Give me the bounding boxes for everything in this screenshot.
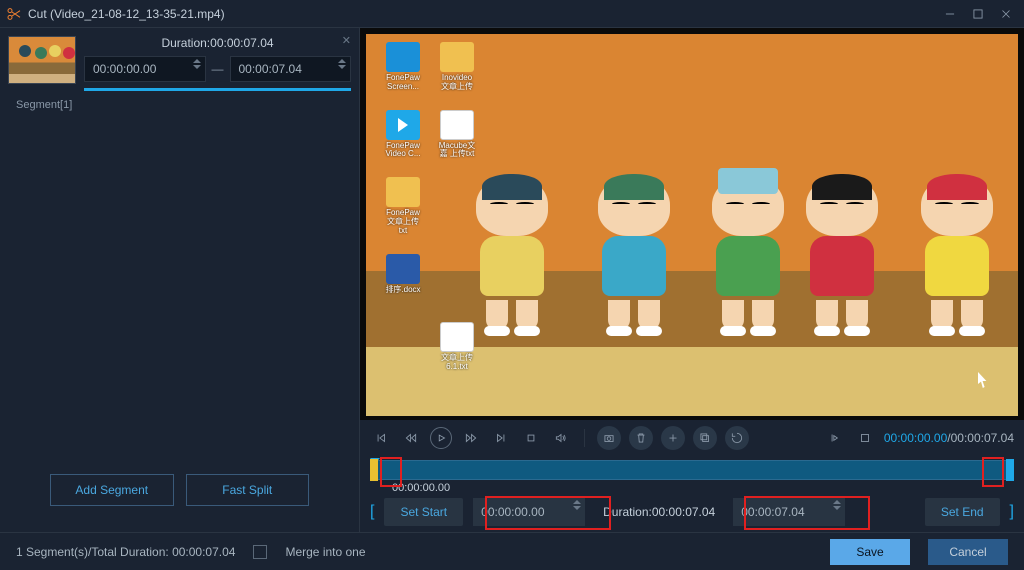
volume-icon[interactable] (550, 427, 572, 449)
end-up-icon[interactable] (338, 59, 346, 63)
maximize-button[interactable] (966, 3, 990, 25)
desktop-icon: Inovideo文章上传 (438, 42, 476, 92)
summary-label: 1 Segment(s)/Total Duration: 00:00:07.04 (16, 545, 235, 559)
mark-out-icon[interactable] (854, 427, 876, 449)
annotation-start-input (485, 496, 611, 530)
segment-start-input[interactable]: 00:00:00.00 (84, 56, 206, 82)
start-up-icon[interactable] (193, 59, 201, 63)
fast-split-button[interactable]: Fast Split (186, 474, 310, 506)
save-button[interactable]: Save (830, 539, 910, 565)
merge-checkbox[interactable] (253, 545, 267, 559)
titlebar: Cut (Video_21-08-12_13-35-21.mp4) (0, 0, 1024, 28)
segment-name-label: Segment[1] (8, 99, 351, 111)
segment-duration-label: Duration:00:00:07.04 (84, 36, 351, 50)
set-end-button[interactable]: Set End (925, 498, 1000, 526)
bracket-close-icon: ] (1010, 503, 1014, 521)
end-dn-icon[interactable] (338, 65, 346, 69)
stop-icon[interactable] (520, 427, 542, 449)
video-preview: FonePaw Screen... FonePaw Video C... Fon… (366, 34, 1018, 416)
minimize-button[interactable] (938, 3, 962, 25)
skip-start-icon[interactable] (370, 427, 392, 449)
screenshot-icon[interactable] (597, 426, 621, 450)
duration-label: Duration:00:00:07.04 (603, 505, 715, 519)
segment-thumbnail (8, 36, 76, 84)
undo-icon[interactable] (725, 426, 749, 450)
segment-row[interactable]: ✕ ⌄ Duration:00:00:07.04 00:00:00.00 — 0… (8, 36, 351, 91)
close-button[interactable] (994, 3, 1018, 25)
add-icon[interactable] (661, 426, 685, 450)
mark-in-icon[interactable] (824, 427, 846, 449)
dash-label: — (212, 62, 224, 76)
timeline[interactable]: 00:00:00.00 (360, 456, 1024, 492)
desktop-icon: FonePaw Screen... (384, 42, 422, 92)
window-title: Cut (Video_21-08-12_13-35-21.mp4) (28, 7, 938, 21)
cursor-icon (978, 372, 990, 388)
set-range-bar: [ Set Start 00:00:00.00 Duration:00:00:0… (360, 492, 1024, 532)
play-icon[interactable] (430, 427, 452, 449)
rewind-icon[interactable] (400, 427, 422, 449)
remove-segment-icon[interactable]: ✕ (342, 34, 351, 47)
annotation-end-input (744, 496, 870, 530)
desktop-icon: Macube文嘉 上传txt (438, 110, 476, 160)
segment-panel: ✕ ⌄ Duration:00:00:07.04 00:00:00.00 — 0… (0, 28, 360, 532)
set-start-button[interactable]: Set Start (384, 498, 463, 526)
playback-controls: 00:00:00.00/00:00:07.04 (360, 420, 1024, 456)
copy-icon[interactable] (693, 426, 717, 450)
annotation-end-handle (982, 457, 1004, 487)
add-segment-button[interactable]: Add Segment (50, 474, 174, 506)
cancel-button[interactable]: Cancel (928, 539, 1008, 565)
scissors-icon (6, 6, 22, 22)
delete-icon[interactable] (629, 426, 653, 450)
segment-end-input[interactable]: 00:00:07.04 (230, 56, 352, 82)
bracket-open-icon: [ (370, 503, 374, 521)
desktop-icon: FonePaw文章上传txt (384, 177, 422, 235)
time-display: 00:00:00.00/00:00:07.04 (884, 431, 1014, 445)
annotation-start-handle (380, 457, 402, 487)
segment-end-value: 00:00:07.04 (239, 62, 302, 76)
forward-icon[interactable] (460, 427, 482, 449)
segment-start-value: 00:00:00.00 (93, 62, 156, 76)
start-dn-icon[interactable] (193, 65, 201, 69)
timeline-track[interactable] (370, 460, 1014, 480)
desktop-icon: 排序.docx (384, 254, 422, 295)
merge-label: Merge into one (285, 545, 365, 559)
footer: 1 Segment(s)/Total Duration: 00:00:07.04… (0, 532, 1024, 570)
desktop-icon: FonePaw Video C... (384, 110, 422, 160)
segment-progress[interactable] (84, 88, 351, 91)
skip-end-icon[interactable] (490, 427, 512, 449)
